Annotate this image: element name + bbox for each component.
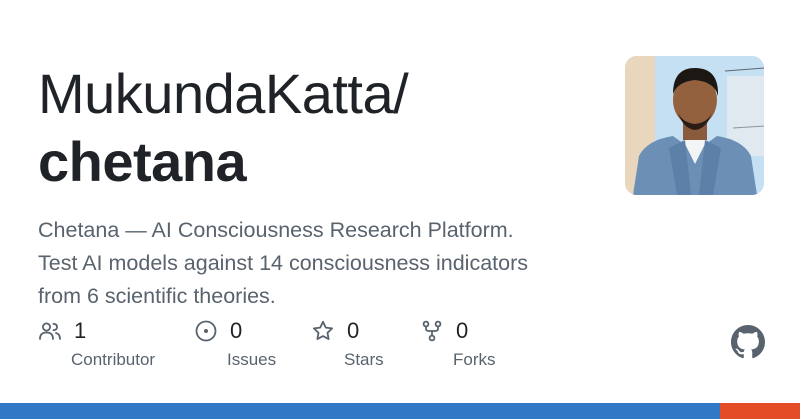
stat-stars[interactable]: 0 Stars: [311, 318, 384, 370]
description-line: Chetana — AI Consciousness Research Plat…: [38, 218, 514, 242]
avatar-photo: [625, 56, 764, 195]
forks-label: Forks: [453, 350, 496, 369]
issue-icon: [195, 320, 217, 342]
description-line: Test AI models against 14 consciousness …: [38, 251, 528, 275]
avatar[interactable]: [625, 56, 764, 195]
issues-count: 0: [230, 318, 243, 343]
description-line: from 6 scientific theories.: [38, 284, 276, 308]
stat-issues[interactable]: 0 Issues: [194, 318, 276, 370]
language-bar: [0, 403, 800, 419]
github-logo-icon[interactable]: [731, 325, 765, 359]
repo-name[interactable]: chetana: [38, 126, 247, 198]
people-icon: [39, 322, 61, 340]
stat-contributors[interactable]: 1 Contributor: [38, 318, 155, 370]
language-segment: [720, 403, 800, 419]
star-icon: [313, 320, 333, 340]
stars-label: Stars: [344, 350, 384, 369]
contributors-label: Contributor: [71, 350, 156, 369]
contributors-count: 1: [74, 318, 87, 343]
repo-description: Chetana — AI Consciousness Research Plat…: [38, 214, 598, 313]
issues-label: Issues: [227, 350, 277, 369]
stars-count: 0: [347, 318, 360, 343]
fork-icon: [422, 320, 442, 342]
language-segment: [0, 403, 720, 419]
forks-count: 0: [456, 318, 469, 343]
stat-forks[interactable]: 0 Forks: [420, 318, 496, 370]
repo-owner[interactable]: MukundaKatta/: [38, 58, 409, 130]
